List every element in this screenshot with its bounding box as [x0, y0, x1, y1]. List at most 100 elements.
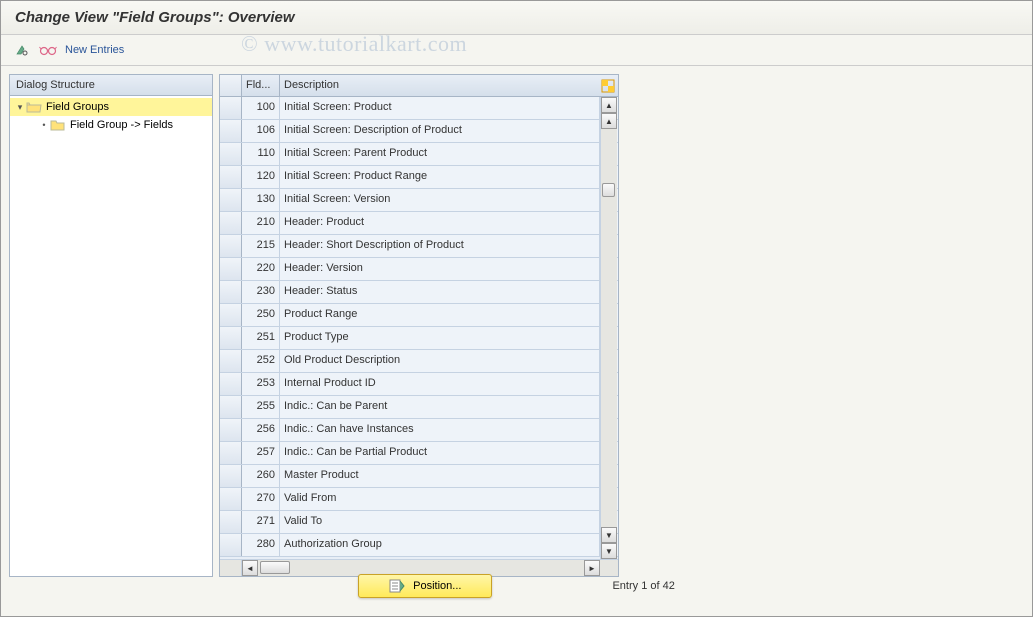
cell-description[interactable]: Indic.: Can have Instances	[280, 419, 600, 441]
table-row[interactable]: 130Initial Screen: Version	[220, 189, 618, 212]
select-all-column[interactable]	[220, 75, 242, 96]
cell-description[interactable]: Valid To	[280, 511, 600, 533]
cell-fld[interactable]: 260	[242, 465, 280, 487]
page-title: Change View "Field Groups": Overview	[1, 1, 1032, 35]
table-row[interactable]: 270Valid From	[220, 488, 618, 511]
cell-description[interactable]: Initial Screen: Parent Product	[280, 143, 600, 165]
cell-fld[interactable]: 251	[242, 327, 280, 349]
cell-fld[interactable]: 130	[242, 189, 280, 211]
table-row[interactable]: 250Product Range	[220, 304, 618, 327]
scroll-down-icon[interactable]: ▼	[601, 527, 617, 543]
cell-fld[interactable]: 106	[242, 120, 280, 142]
row-selector[interactable]	[220, 373, 242, 395]
cell-fld[interactable]: 215	[242, 235, 280, 257]
cell-description[interactable]: Initial Screen: Product Range	[280, 166, 600, 188]
cell-description[interactable]: Header: Status	[280, 281, 600, 303]
row-selector[interactable]	[220, 350, 242, 372]
table-row[interactable]: 100Initial Screen: Product	[220, 97, 618, 120]
cell-description[interactable]: Authorization Group	[280, 534, 600, 556]
tree-node-field-groups[interactable]: ▾ Field Groups	[10, 98, 212, 116]
cell-description[interactable]: Product Type	[280, 327, 600, 349]
vertical-scrollbar[interactable]: ▲ ▲ ▼ ▼	[600, 97, 617, 559]
table-row[interactable]: 215Header: Short Description of Product	[220, 235, 618, 258]
row-selector[interactable]	[220, 235, 242, 257]
cell-fld[interactable]: 252	[242, 350, 280, 372]
column-header-description[interactable]: Description	[280, 75, 598, 96]
table-row[interactable]: 255Indic.: Can be Parent	[220, 396, 618, 419]
row-selector[interactable]	[220, 212, 242, 234]
other-view-icon[interactable]	[13, 41, 31, 59]
cell-fld[interactable]: 110	[242, 143, 280, 165]
cell-description[interactable]: Old Product Description	[280, 350, 600, 372]
cell-fld[interactable]: 250	[242, 304, 280, 326]
position-button[interactable]: Position...	[358, 574, 492, 598]
tree-node-field-group-fields[interactable]: • Field Group -> Fields	[10, 116, 212, 134]
cell-description[interactable]: Header: Product	[280, 212, 600, 234]
table-row[interactable]: 120Initial Screen: Product Range	[220, 166, 618, 189]
row-selector[interactable]	[220, 281, 242, 303]
column-header-fld[interactable]: Fld...	[242, 75, 280, 96]
table-row[interactable]: 256Indic.: Can have Instances	[220, 419, 618, 442]
row-selector[interactable]	[220, 258, 242, 280]
table-row[interactable]: 210Header: Product	[220, 212, 618, 235]
tree-collapse-icon[interactable]: ▾	[14, 102, 26, 113]
row-selector[interactable]	[220, 143, 242, 165]
table-row[interactable]: 252Old Product Description	[220, 350, 618, 373]
row-selector[interactable]	[220, 396, 242, 418]
row-selector[interactable]	[220, 166, 242, 188]
row-selector[interactable]	[220, 304, 242, 326]
cell-description[interactable]: Initial Screen: Version	[280, 189, 600, 211]
table-row[interactable]: 106Initial Screen: Description of Produc…	[220, 120, 618, 143]
table-row[interactable]: 251Product Type	[220, 327, 618, 350]
scroll-down-icon[interactable]: ▼	[601, 543, 617, 559]
cell-fld[interactable]: 210	[242, 212, 280, 234]
cell-fld[interactable]: 271	[242, 511, 280, 533]
cell-description[interactable]: Initial Screen: Description of Product	[280, 120, 600, 142]
cell-fld[interactable]: 100	[242, 97, 280, 119]
table-row[interactable]: 280Authorization Group	[220, 534, 618, 557]
scroll-thumb[interactable]	[260, 561, 290, 574]
scroll-up-icon[interactable]: ▲	[601, 113, 617, 129]
cell-fld[interactable]: 256	[242, 419, 280, 441]
scroll-thumb[interactable]	[602, 183, 615, 197]
table-row[interactable]: 220Header: Version	[220, 258, 618, 281]
row-selector[interactable]	[220, 488, 242, 510]
glasses-icon[interactable]	[39, 41, 57, 59]
cell-fld[interactable]: 253	[242, 373, 280, 395]
row-selector[interactable]	[220, 442, 242, 464]
cell-fld[interactable]: 230	[242, 281, 280, 303]
cell-fld[interactable]: 257	[242, 442, 280, 464]
cell-fld[interactable]: 220	[242, 258, 280, 280]
new-entries-button[interactable]: New Entries	[65, 44, 124, 56]
table-row[interactable]: 271Valid To	[220, 511, 618, 534]
cell-description[interactable]: Valid From	[280, 488, 600, 510]
cell-description[interactable]: Master Product	[280, 465, 600, 487]
cell-fld[interactable]: 270	[242, 488, 280, 510]
table-row[interactable]: 253Internal Product ID	[220, 373, 618, 396]
row-selector[interactable]	[220, 327, 242, 349]
row-selector[interactable]	[220, 465, 242, 487]
row-selector[interactable]	[220, 97, 242, 119]
scroll-up-icon[interactable]: ▲	[601, 97, 617, 113]
cell-description[interactable]: Internal Product ID	[280, 373, 600, 395]
row-selector[interactable]	[220, 189, 242, 211]
scroll-track[interactable]	[601, 129, 617, 527]
row-selector[interactable]	[220, 534, 242, 556]
cell-description[interactable]: Header: Version	[280, 258, 600, 280]
cell-fld[interactable]: 120	[242, 166, 280, 188]
row-selector[interactable]	[220, 419, 242, 441]
cell-description[interactable]: Initial Screen: Product	[280, 97, 600, 119]
cell-fld[interactable]: 280	[242, 534, 280, 556]
cell-description[interactable]: Product Range	[280, 304, 600, 326]
cell-description[interactable]: Header: Short Description of Product	[280, 235, 600, 257]
cell-description[interactable]: Indic.: Can be Parent	[280, 396, 600, 418]
table-row[interactable]: 260Master Product	[220, 465, 618, 488]
row-selector[interactable]	[220, 511, 242, 533]
table-row[interactable]: 110Initial Screen: Parent Product	[220, 143, 618, 166]
table-settings-icon[interactable]	[598, 75, 618, 96]
cell-description[interactable]: Indic.: Can be Partial Product	[280, 442, 600, 464]
table-row[interactable]: 230Header: Status	[220, 281, 618, 304]
row-selector[interactable]	[220, 120, 242, 142]
cell-fld[interactable]: 255	[242, 396, 280, 418]
table-row[interactable]: 257Indic.: Can be Partial Product	[220, 442, 618, 465]
